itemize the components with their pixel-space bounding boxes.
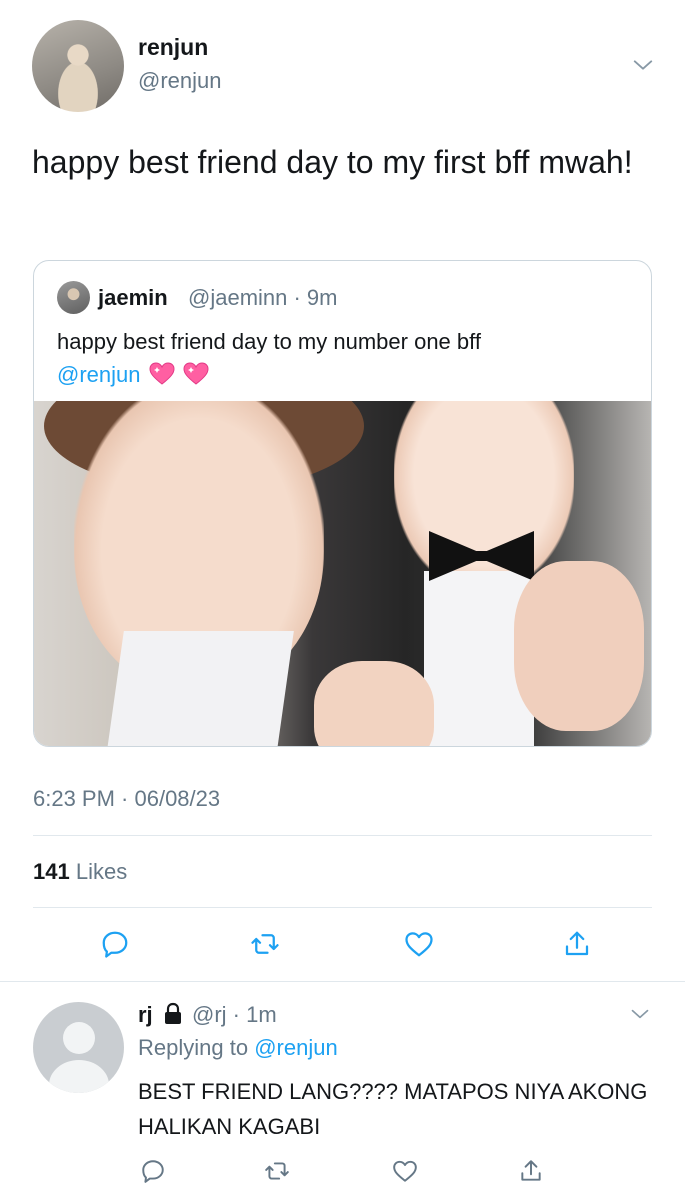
chevron-down-icon[interactable] [632,54,654,76]
likes-number: 141 [33,859,70,884]
default-avatar-head [63,1022,95,1054]
author-display-name[interactable]: renjun [138,34,208,61]
reply-text: BEST FRIEND LANG???? MATAPOS NIYA AKONG … [138,1079,648,1139]
share-icon [565,931,589,956]
sparkling-heart-icon [148,362,175,385]
reply-author-avatar[interactable] [33,1002,124,1093]
replying-to: Replying to @renjun [138,1035,338,1061]
reply-author-handle: @rj · 1m [192,1002,277,1027]
photo-detail [314,661,434,746]
reply-button[interactable] [95,924,135,964]
like-button[interactable] [388,1154,422,1188]
reply-icon [142,1160,164,1183]
reply-actions [138,1154,558,1188]
photo-detail [104,631,294,746]
likes-label: Likes [75,859,128,884]
quoted-mention-link[interactable]: @renjun [57,362,141,387]
share-icon [521,1160,541,1181]
share-button[interactable] [557,924,597,964]
divider [33,835,652,836]
reply-icon [102,931,128,958]
tweet-text: happy best friend day to my first bff mw… [32,144,633,180]
tweet-timestamp: 6:23 PM · 06/08/23 [33,786,221,811]
quoted-author-name: jaemin [98,285,168,310]
replying-label: Replying to [138,1035,249,1060]
photo-detail [394,401,574,591]
retweet-button[interactable] [260,1154,294,1188]
retweet-button[interactable] [245,924,285,964]
lock-icon [165,1002,181,1024]
quoted-tweet-card[interactable]: jaemin @jaeminn · 9m happy best friend d… [33,260,652,747]
like-icon [405,932,433,957]
quoted-text-body: happy best friend day to my number one b… [57,329,481,354]
photo-detail [514,561,644,731]
tweet-header: renjun @renjun [32,20,662,112]
chevron-down-icon[interactable] [630,1004,650,1024]
divider [33,907,652,908]
like-button[interactable] [399,924,439,964]
author-avatar[interactable] [32,20,124,112]
quoted-tweet-photo[interactable] [34,401,651,746]
retweet-icon [251,934,279,954]
like-icon [393,1160,417,1182]
author-handle[interactable]: @renjun [138,68,222,94]
reply-tweet[interactable]: rj @rj · 1m Replying to @renjun BEST FRI… [0,982,685,1200]
default-avatar-body [49,1060,109,1093]
quoted-author-handle: @jaeminn · 9m [188,285,338,310]
tweet-actions [33,924,652,964]
reply-button[interactable] [136,1154,170,1188]
quoted-tweet-text: happy best friend day to my number one b… [57,325,637,391]
likes-count[interactable]: 141 Likes [33,859,127,885]
retweet-icon [265,1162,289,1180]
replying-mention-link[interactable]: @renjun [254,1035,338,1060]
sparkling-heart-icon [182,362,209,385]
quoted-author-avatar [57,281,90,314]
share-button[interactable] [514,1154,548,1188]
reply-author-name[interactable]: rj [138,1002,153,1028]
